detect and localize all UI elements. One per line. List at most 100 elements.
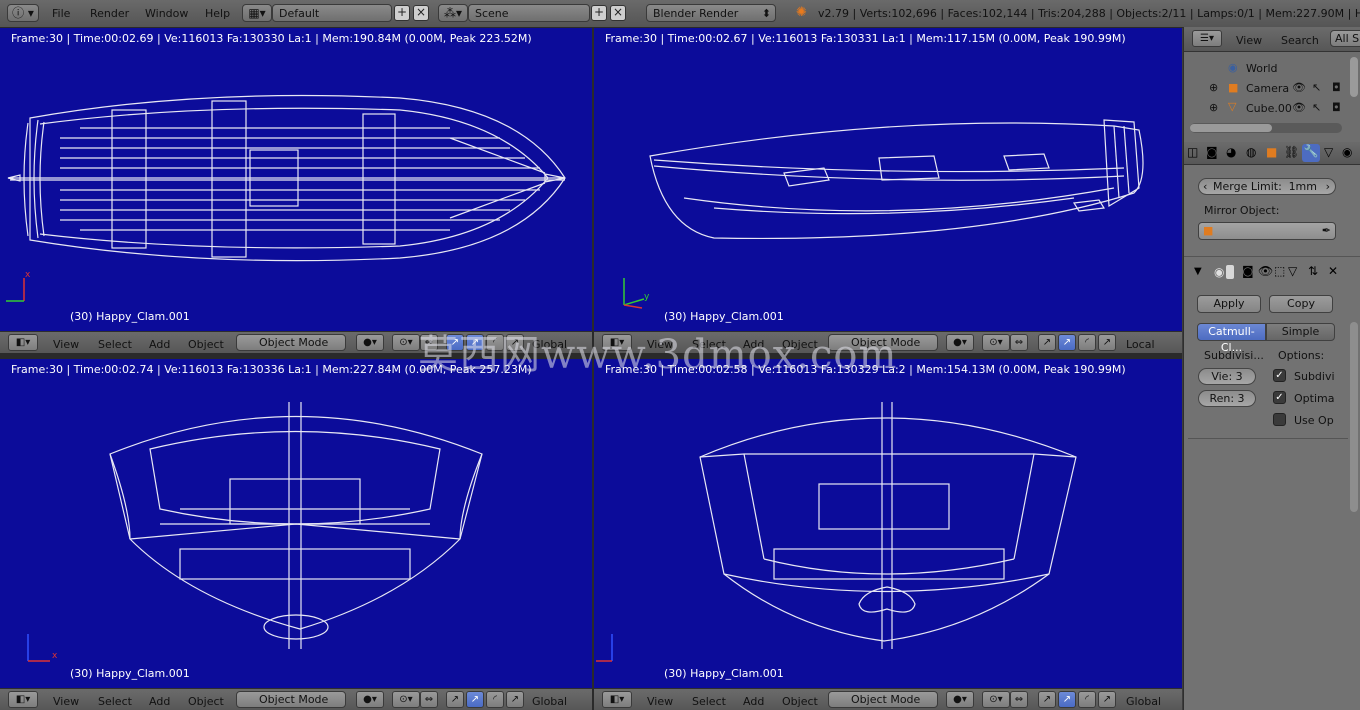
collapse-triangle-icon[interactable]: ▼ (1194, 266, 1202, 277)
translate-icon[interactable]: ↗ (466, 691, 484, 708)
editor-type-3dview-button[interactable]: ◧▾ (8, 691, 38, 708)
mirror-object-field[interactable]: ■ ✒ (1198, 222, 1336, 240)
constraints-tab-icon[interactable]: ⛓ (1284, 145, 1299, 159)
outliner-view-menu[interactable]: View (1236, 34, 1262, 47)
outliner-item-camera[interactable]: ⊕ ■ Camera 👁 ↖ ◘ (1184, 80, 1360, 100)
rotate-icon[interactable]: ◜ (486, 691, 504, 708)
header-object-menu[interactable]: Object (782, 695, 818, 708)
outliner-item-cube[interactable]: ⊕ ▽ Cube.00 👁 ↖ ◘ (1184, 100, 1360, 120)
manipulator-toggle-icon[interactable]: ↗ (1038, 691, 1056, 708)
editor-type-properties-icon[interactable]: ◫ (1187, 145, 1198, 159)
pivot-select[interactable]: ⊙▾ (392, 691, 420, 708)
header-view-menu[interactable]: View (53, 338, 79, 351)
pivot-only-locations-icon[interactable]: ⇔ (420, 691, 438, 708)
header-object-menu[interactable]: Object (188, 695, 224, 708)
header-select-menu[interactable]: Select (98, 695, 132, 708)
shading-select[interactable]: ●▾ (356, 334, 384, 351)
transform-orientation-select[interactable]: Global (1126, 695, 1161, 708)
object-tab-icon[interactable]: ■ (1266, 145, 1277, 159)
header-select-menu[interactable]: Select (692, 695, 726, 708)
viewport-eye-icon[interactable]: 👁 (1258, 264, 1273, 278)
header-view-menu[interactable]: View (647, 695, 673, 708)
shading-select[interactable]: ●▾ (946, 334, 974, 351)
mode-select[interactable]: Object Mode (236, 334, 346, 351)
outliner-item-world[interactable]: ◉ World (1184, 60, 1360, 80)
transform-orientation-select[interactable]: Local (1126, 338, 1155, 351)
outliner-search-menu[interactable]: Search (1281, 34, 1319, 47)
outliner-vertical-scrollbar[interactable] (1350, 57, 1358, 97)
move-up-down-icon[interactable]: ⇅ (1308, 264, 1318, 278)
pivot-only-locations-icon[interactable]: ⇔ (1010, 334, 1028, 351)
menu-render[interactable]: Render (90, 7, 129, 20)
use-opensubdiv-checkbox[interactable] (1273, 413, 1286, 426)
editmode-toggle-icon[interactable]: ⬚ (1274, 264, 1285, 278)
menu-help[interactable]: Help (205, 7, 230, 20)
viewport-top-left[interactable]: x Frame:30 | Time:00:02.69 | Ve:116013 F… (0, 28, 592, 331)
scene-tab-icon[interactable]: ◕ (1226, 145, 1236, 159)
header-view-menu[interactable]: View (53, 695, 79, 708)
pivot-select[interactable]: ⊙▾ (982, 334, 1010, 351)
properties-vertical-scrollbar[interactable] (1350, 322, 1358, 512)
editor-type-3dview-button[interactable]: ◧▾ (8, 334, 38, 351)
add-scene-icon[interactable]: + (591, 5, 607, 21)
header-object-menu[interactable]: Object (188, 338, 224, 351)
material-tab-icon[interactable]: ◉ (1342, 145, 1352, 159)
render-tab-icon[interactable]: ◙ (1206, 145, 1218, 159)
cage-toggle-icon[interactable]: ▽ (1288, 264, 1297, 278)
data-tab-icon[interactable]: ▽ (1324, 145, 1333, 159)
cursor-select-icon[interactable]: ↖ (1312, 101, 1321, 114)
scale-icon[interactable]: ↗ (1098, 334, 1116, 351)
translate-icon[interactable]: ↗ (1058, 334, 1076, 351)
add-screen-icon[interactable]: + (394, 5, 410, 21)
render-toggle-icon[interactable]: ◙ (1242, 264, 1254, 278)
render-engine-select[interactable]: Blender Render ⬍ (646, 4, 776, 22)
catmull-clark-button[interactable]: Catmull-Cl... (1197, 323, 1266, 354)
menu-file[interactable]: File (52, 7, 70, 20)
viewport-bottom-right[interactable]: Frame:30 | Time:00:02.58 | Ve:116013 Fa:… (594, 359, 1182, 688)
shading-select[interactable]: ●▾ (946, 691, 974, 708)
viewport-bottom-left[interactable]: x Frame:30 | Time:00:02.74 | Ve:116013 F… (0, 359, 592, 688)
merge-limit-field[interactable]: ‹ Merge Limit: 1mm › (1198, 178, 1336, 195)
eye-icon[interactable]: 👁 (1292, 81, 1306, 94)
mode-select[interactable]: Object Mode (236, 691, 346, 708)
render-camera-icon[interactable]: ◘ (1332, 101, 1341, 114)
scrollbar-thumb[interactable] (1190, 124, 1272, 132)
manipulator-toggle-icon[interactable]: ↗ (446, 691, 464, 708)
modifier-remove-icon[interactable]: ✕ (1328, 264, 1338, 278)
viewport-top-right[interactable]: y Frame:30 | Time:00:02.67 | Ve:116013 F… (594, 28, 1182, 331)
optimal-display-checkbox[interactable]: ✓ (1273, 391, 1286, 404)
scale-icon[interactable]: ↗ (1098, 691, 1116, 708)
pivot-select[interactable]: ⊙▾ (982, 691, 1010, 708)
header-add-menu[interactable]: Add (743, 695, 764, 708)
editor-type-3dview-button[interactable]: ◧▾ (602, 691, 632, 708)
expand-plus-icon[interactable]: ⊕ (1209, 81, 1218, 94)
scene-browse[interactable]: ⁂▾ (438, 4, 468, 22)
rotate-icon[interactable]: ◜ (1078, 334, 1096, 351)
world-tab-icon[interactable]: ◍ (1246, 145, 1256, 159)
scene-field[interactable]: Scene (468, 4, 590, 22)
mode-select[interactable]: Object Mode (828, 691, 938, 708)
subdivide-uvs-checkbox[interactable]: ✓ (1273, 369, 1286, 382)
header-add-menu[interactable]: Add (149, 338, 170, 351)
header-select-menu[interactable]: Select (98, 338, 132, 351)
manipulator-toggle-icon[interactable]: ↗ (1038, 334, 1056, 351)
header-add-menu[interactable]: Add (149, 695, 170, 708)
apply-button[interactable]: Apply (1197, 295, 1261, 313)
translate-icon[interactable]: ↗ (1058, 691, 1076, 708)
eyedropper-icon[interactable]: ✒ (1322, 223, 1331, 239)
outliner-filter-select[interactable]: All S (1330, 30, 1360, 47)
screen-layout-field[interactable]: Default (272, 4, 392, 22)
outliner-horizontal-scrollbar[interactable] (1190, 123, 1342, 133)
screen-layout-browse[interactable]: ▦▾ (242, 4, 272, 22)
render-levels-field[interactable]: Ren: 3 (1198, 390, 1256, 407)
transform-orientation-select[interactable]: Global (532, 695, 567, 708)
eye-icon[interactable]: 👁 (1292, 101, 1306, 114)
simple-button[interactable]: Simple (1266, 323, 1335, 341)
pivot-select[interactable]: ⊙▾ (392, 334, 420, 351)
editor-type-outliner-button[interactable]: ☰▾ (1192, 30, 1222, 47)
expand-plus-icon[interactable]: ⊕ (1209, 101, 1218, 114)
scale-icon[interactable]: ↗ (506, 691, 524, 708)
cursor-select-icon[interactable]: ↖ (1312, 81, 1321, 94)
remove-screen-icon[interactable]: × (413, 5, 429, 21)
shading-select[interactable]: ●▾ (356, 691, 384, 708)
